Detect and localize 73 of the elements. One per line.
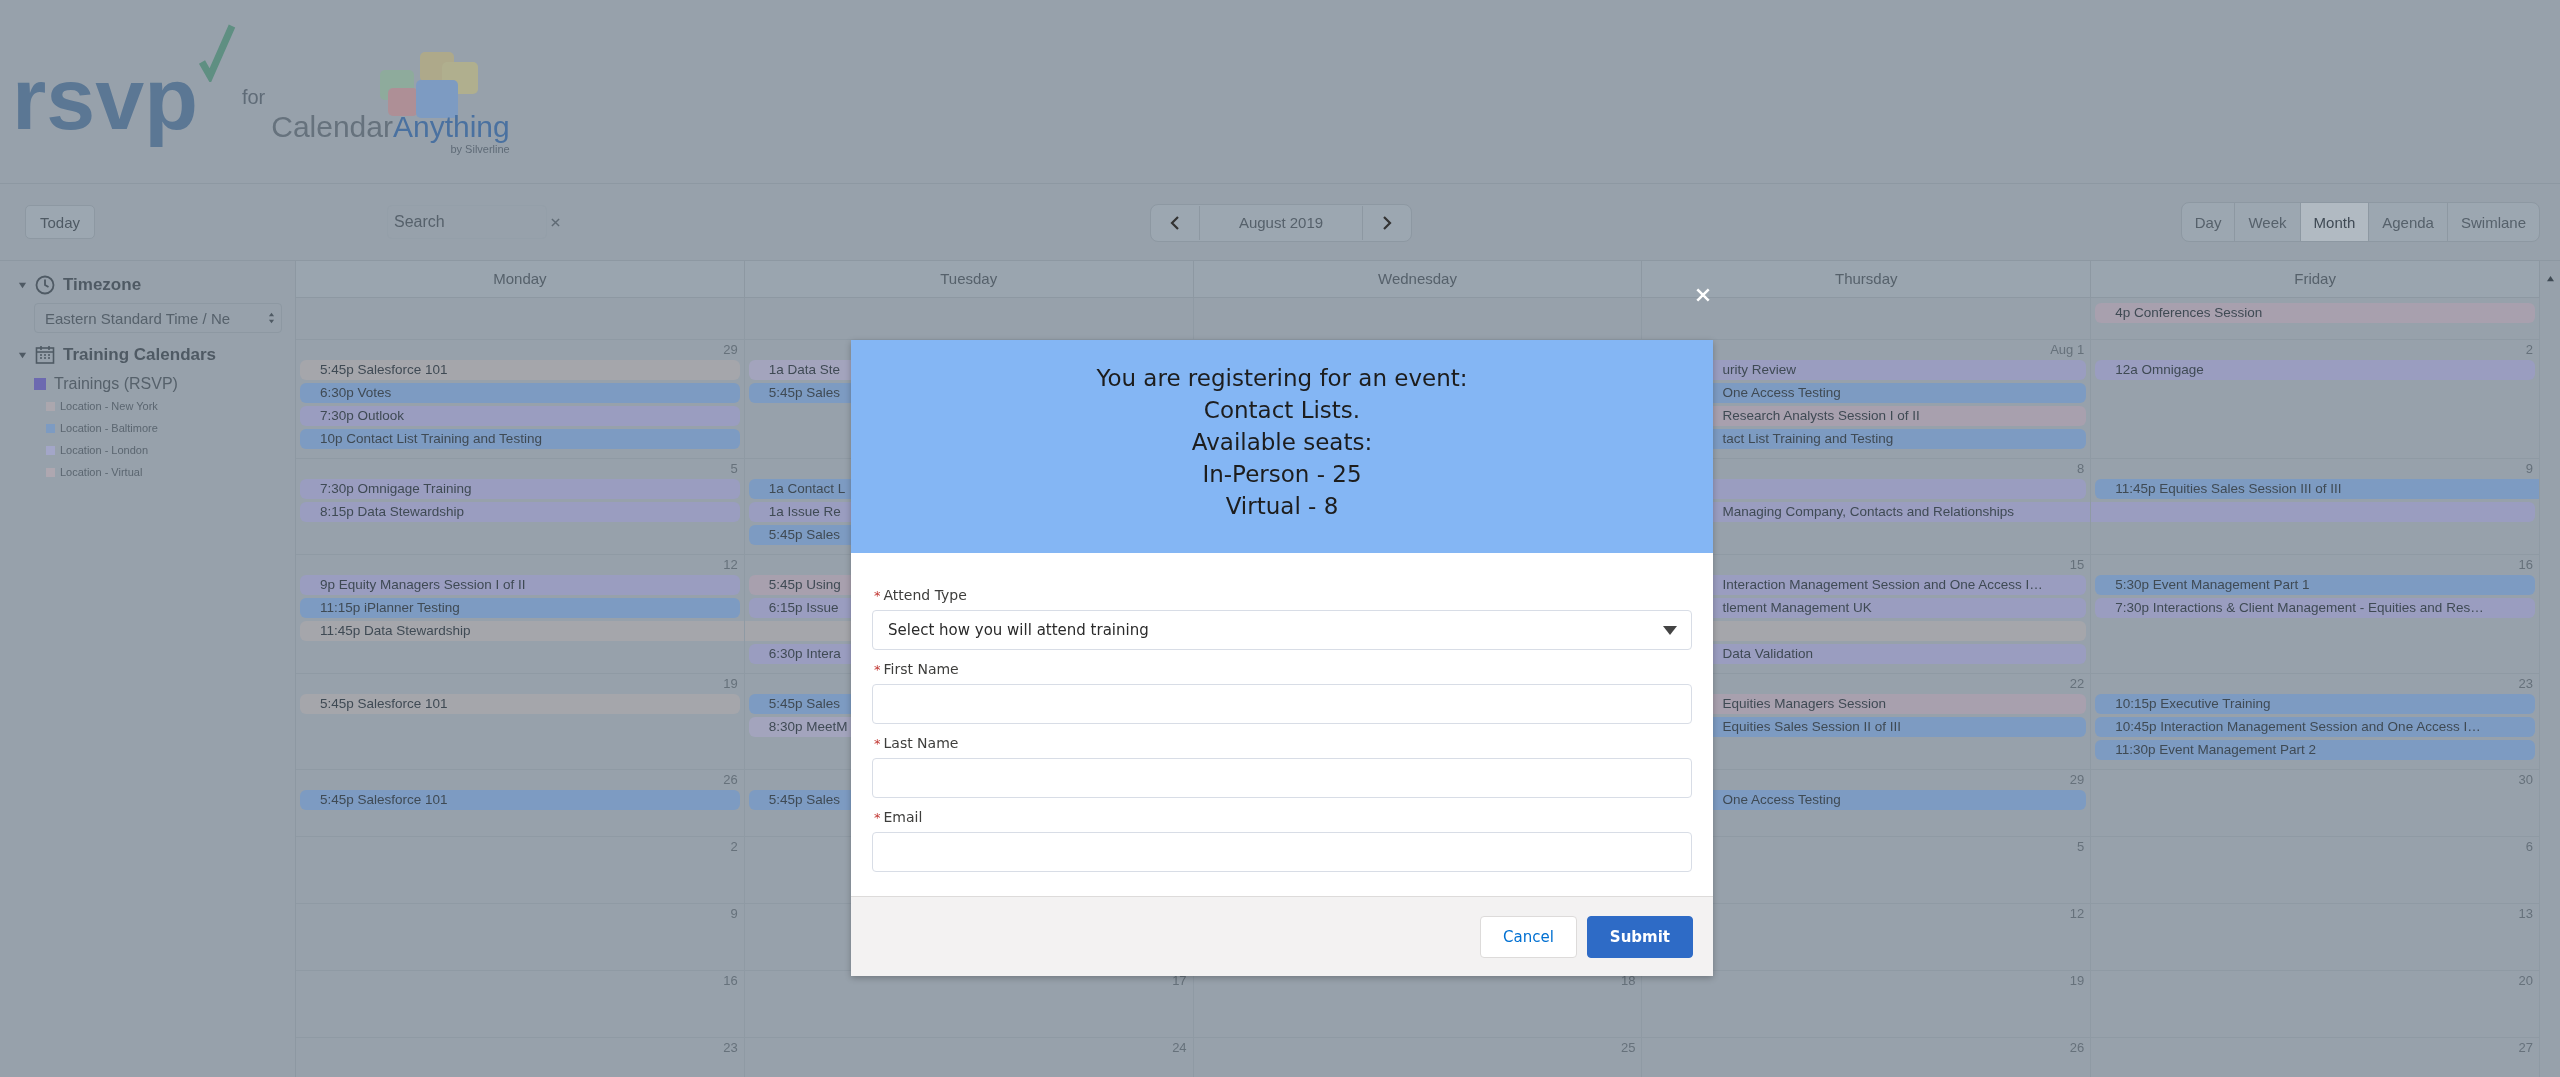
section-title[interactable]: Training Calendars (63, 345, 217, 365)
event-bar[interactable]: 4p Conferences Session (2095, 303, 2535, 323)
updown-icon (268, 312, 275, 324)
caret-icon[interactable] (18, 350, 27, 360)
logo-connector: for (241, 86, 266, 109)
weekday-header: Monday (296, 261, 745, 297)
view-tab[interactable]: Swimlane (2447, 203, 2539, 241)
event-bar[interactable]: 5:45p Salesforce 101 (300, 694, 740, 714)
location-name[interactable]: Location - London (60, 444, 149, 456)
field-label: Attend Type (883, 587, 967, 603)
event-bar[interactable]: 11:30p Event Management Part 2 (2095, 740, 2535, 760)
required-marker: * (874, 809, 881, 825)
today-button[interactable]: Today (25, 205, 96, 239)
dialog-heading-line: Virtual - 8 (1224, 492, 1340, 521)
dialog-heading-line: Available seats: (1190, 428, 1374, 457)
attend-type-select[interactable]: Select how you will attend training (872, 610, 1692, 650)
weekday-header: Tuesday (744, 261, 1194, 297)
dialog-heading-line: In-Person - 25 (1201, 460, 1363, 489)
event-bar[interactable]: 11:45p Equities Sales Session III of III (2095, 479, 2539, 499)
required-marker: * (874, 735, 881, 751)
event-bar[interactable]: 8:15p Data Stewardship (300, 502, 740, 522)
chevron-right-icon (1382, 215, 1392, 231)
event-bar[interactable]: 9p Equity Managers Session I of II (300, 575, 740, 595)
scroll-up-icon[interactable] (2545, 275, 2555, 282)
cancel-button[interactable]: Cancel (1480, 915, 1577, 958)
event-bar[interactable]: 11:15p iPlanner Testing (300, 598, 740, 618)
text-input-field[interactable] (872, 758, 1692, 798)
field-label: Last Name (883, 735, 959, 751)
clock-icon (35, 275, 55, 295)
event-bar[interactable]: 12a Omnigage (2095, 360, 2535, 380)
field-label: First Name (883, 661, 959, 677)
dialog-heading-line: Contact Lists. (1202, 396, 1362, 425)
field-label: Email (883, 809, 923, 825)
logo-wordmark: rsvp (12, 48, 198, 150)
event-bar[interactable]: 7:30p Omnigage Training (300, 479, 740, 499)
section-title[interactable]: Timezone (63, 275, 142, 295)
event-bar[interactable]: 5:45p Salesforce 101 (300, 360, 740, 380)
view-tab[interactable]: Month (2300, 203, 2370, 241)
caret-icon[interactable] (18, 280, 27, 290)
clear-icon[interactable] (551, 217, 561, 227)
location-name[interactable]: Location - Baltimore (60, 422, 158, 434)
calendar-icon (35, 345, 55, 365)
close-icon[interactable] (1695, 287, 1711, 303)
event-bar[interactable]: 5:30p Event Management Part 1 (2095, 575, 2535, 595)
dialog-heading-line: You are registering for an event: (1095, 364, 1469, 393)
event-bar[interactable]: 6:30p Votes (300, 383, 740, 403)
event-bar[interactable]: 7:30p Interactions & Client Management - Equities and Res… (2095, 598, 2535, 618)
dropdown-caret-icon (1663, 625, 1677, 635)
submit-button[interactable]: Submit (1586, 915, 1693, 958)
timezone-select[interactable]: Eastern Standard Time / Ne (34, 303, 282, 333)
event-bar[interactable]: 10:45p Interaction Management Session and One Access I… (2095, 717, 2535, 737)
logo-product-name-bold: Anything (393, 110, 510, 143)
event-bar[interactable]: 10p Contact List Training and Testing (300, 429, 740, 449)
text-input-field[interactable] (872, 832, 1692, 872)
month-label: August 2019 (1199, 206, 1363, 240)
weekday-header: Thursday (1642, 261, 2092, 297)
location-name[interactable]: Location - Virtual (60, 466, 143, 478)
event-bar[interactable]: 7:30p Outlook (300, 406, 740, 426)
required-marker: * (874, 661, 881, 677)
location-name[interactable]: Location - New York (60, 400, 158, 412)
view-tab[interactable]: Week (2235, 203, 2301, 241)
calendar-name[interactable]: Trainings (RSVP) (54, 375, 178, 393)
chevron-left-icon (1170, 215, 1180, 231)
logo-product-name: Calendar (271, 110, 393, 143)
required-marker: * (874, 587, 881, 603)
weekday-header: Wednesday (1193, 261, 1643, 297)
event-bar[interactable]: 11:45p Data Stewardship (300, 621, 744, 641)
event-bar[interactable]: 10:15p Executive Training (2095, 694, 2535, 714)
weekday-header: Friday (2091, 261, 2540, 297)
text-input-field[interactable] (872, 684, 1692, 724)
view-tab[interactable]: Agenda (2369, 203, 2448, 241)
view-tab[interactable]: Day (2181, 203, 2236, 241)
event-bar[interactable]: 5:45p Salesforce 101 (300, 790, 740, 810)
